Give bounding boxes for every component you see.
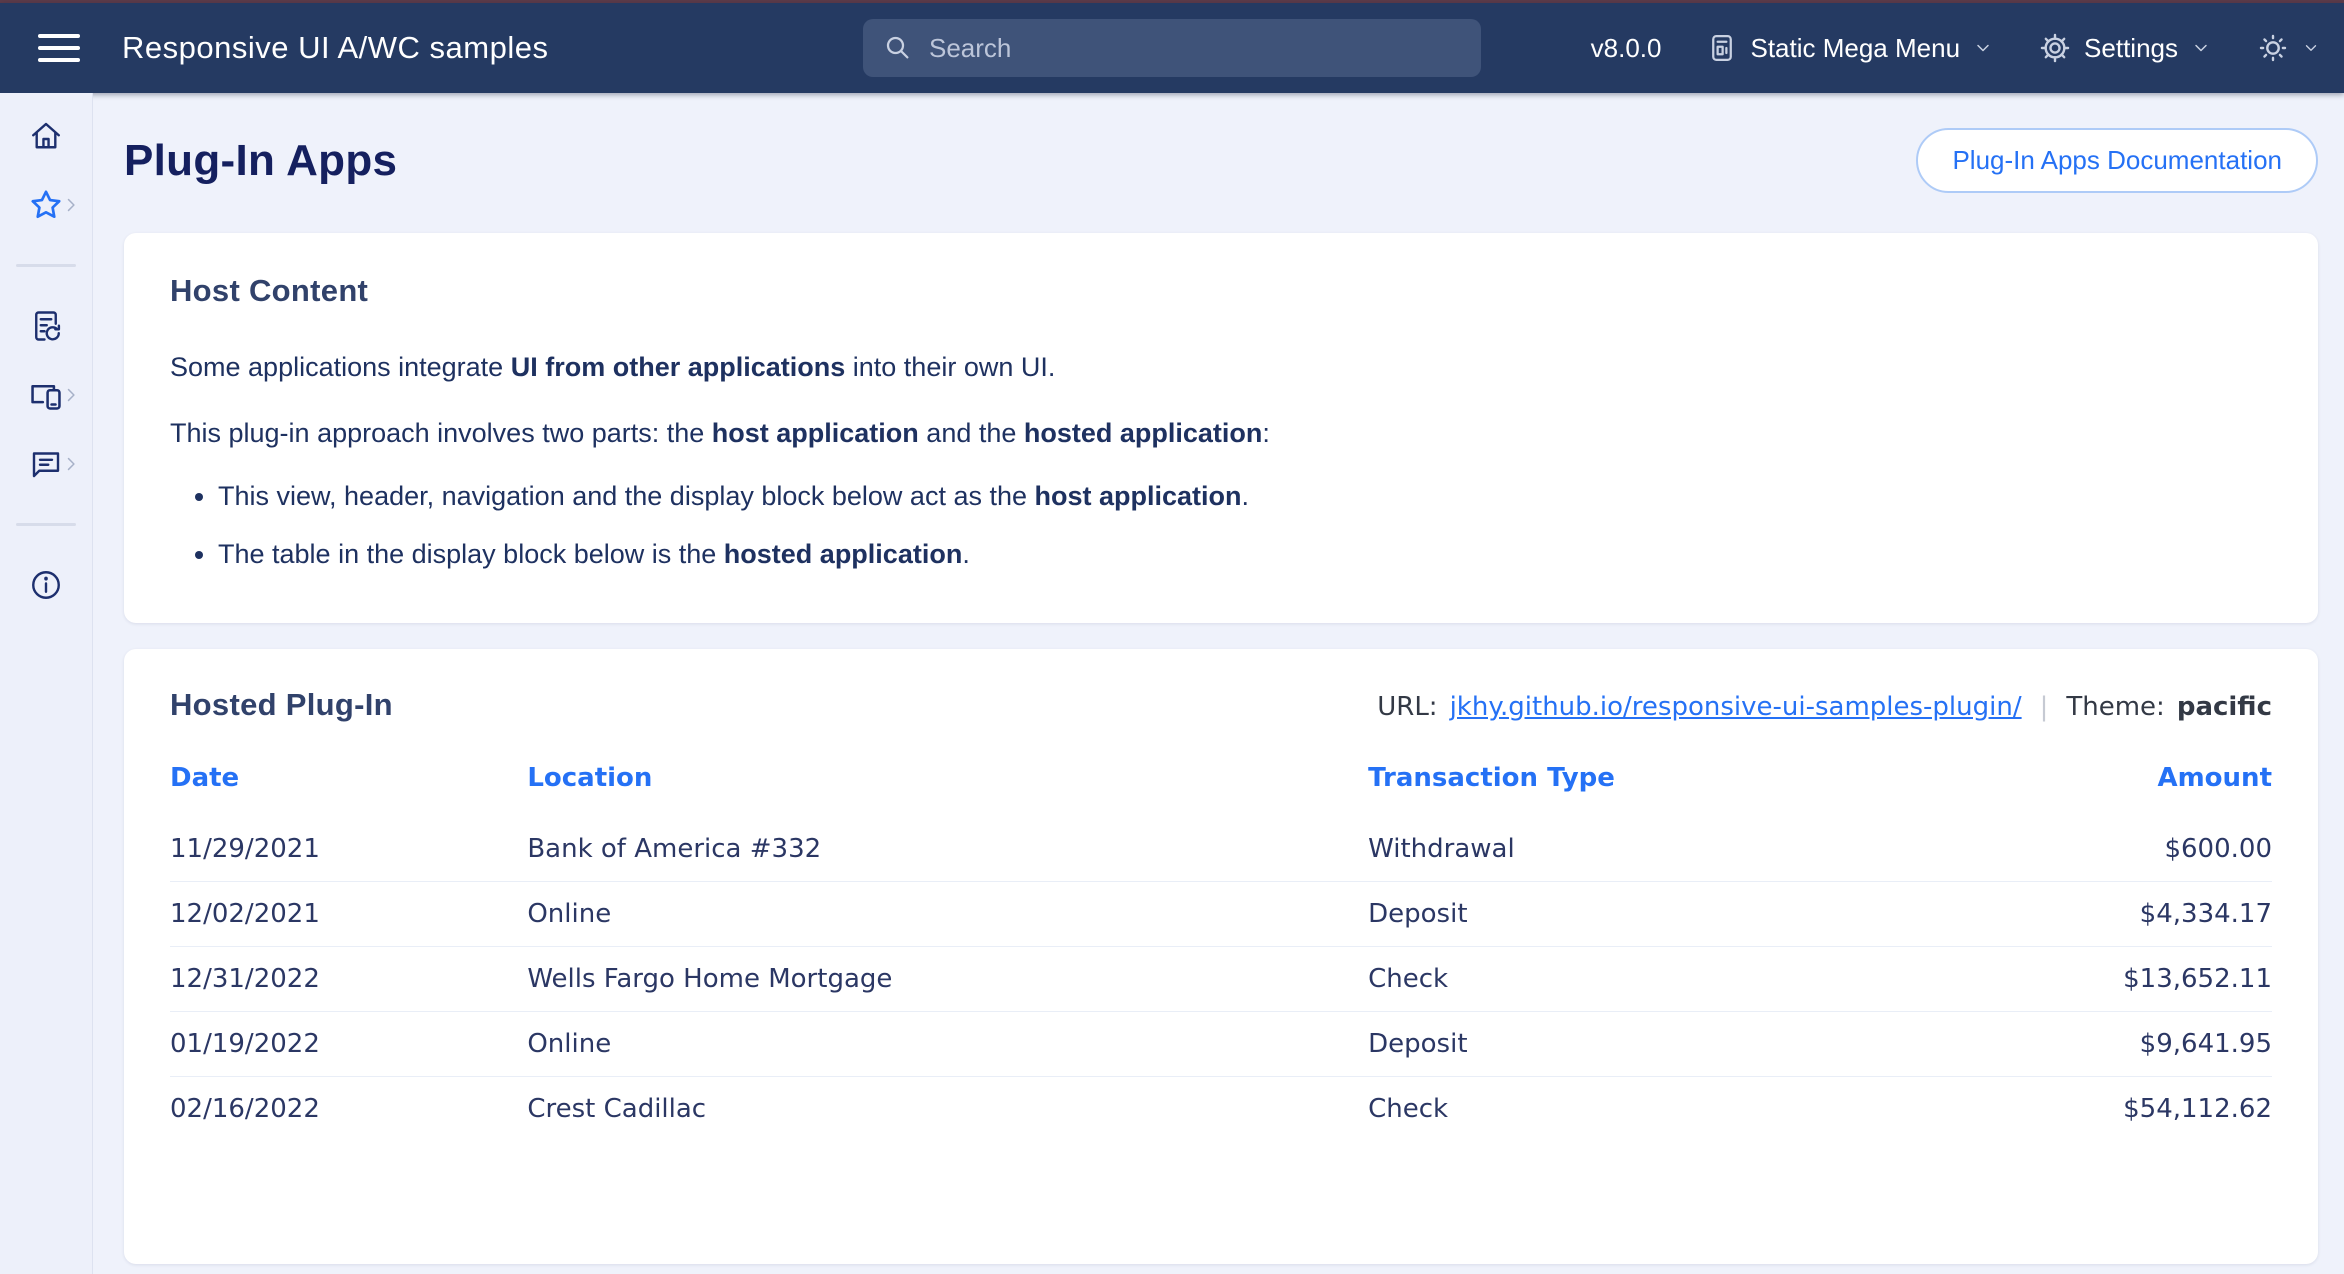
main-content: Plug-In Apps Plug-In Apps Documentation … (94, 93, 2344, 1274)
host-content-bullet-1: This view, header, navigation and the di… (218, 478, 2272, 514)
sidebar-nav (0, 93, 93, 1274)
star-icon (28, 187, 64, 223)
sidebar-item-info[interactable] (0, 550, 93, 619)
hosted-plugin-card: Hosted Plug-In URL: jkhy.github.io/respo… (124, 649, 2318, 1264)
column-header-date[interactable]: Date (170, 745, 527, 817)
gear-icon (2039, 32, 2071, 64)
table-row: 01/19/2022 Online Deposit $9,641.95 (170, 1011, 2272, 1076)
sidebar-item-reports[interactable] (0, 291, 93, 360)
mega-menu-button[interactable]: Static Mega Menu (1707, 33, 1993, 64)
cell-amount: $54,112.62 (1915, 1076, 2272, 1141)
cell-date: 12/02/2021 (170, 881, 527, 946)
meta-divider: | (2034, 692, 2055, 722)
cell-location: Wells Fargo Home Mortgage (527, 946, 1368, 1011)
sidebar-item-devices[interactable] (0, 360, 93, 429)
search-box[interactable] (863, 19, 1481, 77)
table-row: 12/31/2022 Wells Fargo Home Mortgage Che… (170, 946, 2272, 1011)
search-icon (883, 33, 913, 63)
app-header: Responsive UI A/WC samples v8.0.0 Static… (0, 3, 2344, 93)
chevron-right-icon[interactable] (61, 454, 81, 474)
cell-location: Bank of America #332 (527, 817, 1368, 882)
chat-icon (28, 446, 64, 482)
host-content-card: Host Content Some applications integrate… (124, 233, 2318, 623)
theme-label: Theme: (2066, 692, 2164, 722)
cell-amount: $13,652.11 (1915, 946, 2272, 1011)
sidebar-divider (0, 498, 93, 550)
settings-button[interactable]: Settings (2039, 32, 2211, 64)
page-header-row: Plug-In Apps Plug-In Apps Documentation (124, 128, 2318, 193)
chevron-down-icon (1973, 38, 1993, 58)
sidebar-item-messages[interactable] (0, 429, 93, 498)
hosted-plugin-meta: URL: jkhy.github.io/responsive-ui-sample… (1377, 692, 2272, 722)
cell-type: Withdrawal (1368, 817, 1915, 882)
table-row: 02/16/2022 Crest Cadillac Check $54,112.… (170, 1076, 2272, 1141)
app-title: Responsive UI A/WC samples (122, 30, 548, 66)
cell-date: 12/31/2022 (170, 946, 527, 1011)
chevron-down-icon (2302, 39, 2320, 57)
cell-date: 01/19/2022 (170, 1011, 527, 1076)
hamburger-menu-icon[interactable] (38, 34, 80, 62)
column-header-type[interactable]: Transaction Type (1368, 745, 1915, 817)
url-label: URL: (1377, 692, 1437, 722)
header-actions: v8.0.0 Static Mega Menu Settin (1591, 32, 2320, 64)
cell-type: Check (1368, 1076, 1915, 1141)
table-row: 11/29/2021 Bank of America #332 Withdraw… (170, 817, 2272, 882)
plugin-docs-button[interactable]: Plug-In Apps Documentation (1916, 128, 2318, 193)
cell-location: Online (527, 1011, 1368, 1076)
settings-label: Settings (2084, 33, 2178, 64)
search-input[interactable] (929, 33, 1461, 64)
table-row: 12/02/2021 Online Deposit $4,334.17 (170, 881, 2272, 946)
report-refresh-icon (28, 308, 64, 344)
devices-icon (27, 376, 65, 414)
version-label: v8.0.0 (1591, 33, 1662, 64)
home-icon (28, 118, 64, 154)
mega-menu-icon (1707, 33, 1737, 63)
cell-type: Deposit (1368, 881, 1915, 946)
chevron-right-icon[interactable] (61, 385, 81, 405)
host-content-bullet-list: This view, header, navigation and the di… (218, 478, 2272, 573)
info-icon (28, 567, 64, 603)
host-content-heading: Host Content (170, 273, 2272, 309)
sidebar-item-favorites[interactable] (0, 170, 93, 239)
theme-value: pacific (2177, 692, 2272, 722)
column-header-location[interactable]: Location (527, 745, 1368, 817)
hosted-plugin-header-row: Hosted Plug-In URL: jkhy.github.io/respo… (170, 687, 2272, 723)
sidebar-divider (0, 239, 93, 291)
page-title: Plug-In Apps (124, 136, 397, 186)
table-header-row: Date Location Transaction Type Amount (170, 745, 2272, 817)
mega-menu-label: Static Mega Menu (1750, 33, 1960, 64)
cell-location: Online (527, 881, 1368, 946)
hosted-plugin-heading: Hosted Plug-In (170, 687, 393, 723)
cell-type: Check (1368, 946, 1915, 1011)
cell-amount: $9,641.95 (1915, 1011, 2272, 1076)
host-content-paragraph-2: This plug-in approach involves two parts… (170, 415, 2272, 451)
host-content-bullet-2: The table in the display block below is … (218, 536, 2272, 572)
chevron-right-icon[interactable] (61, 195, 81, 215)
column-header-amount[interactable]: Amount (1915, 745, 2272, 817)
cell-amount: $600.00 (1915, 817, 2272, 882)
chevron-down-icon (2191, 38, 2211, 58)
host-content-paragraph-1: Some applications integrate UI from othe… (170, 349, 2272, 385)
plugin-url-link[interactable]: jkhy.github.io/responsive-ui-samples-plu… (1450, 692, 2022, 722)
cell-date: 02/16/2022 (170, 1076, 527, 1141)
cell-date: 11/29/2021 (170, 817, 527, 882)
theme-switcher-button[interactable] (2257, 32, 2320, 64)
cell-location: Crest Cadillac (527, 1076, 1368, 1141)
cell-type: Deposit (1368, 1011, 1915, 1076)
cell-amount: $4,334.17 (1915, 881, 2272, 946)
sidebar-item-home[interactable] (0, 101, 93, 170)
transactions-table: Date Location Transaction Type Amount 11… (170, 745, 2272, 1141)
sun-theme-icon (2257, 32, 2289, 64)
